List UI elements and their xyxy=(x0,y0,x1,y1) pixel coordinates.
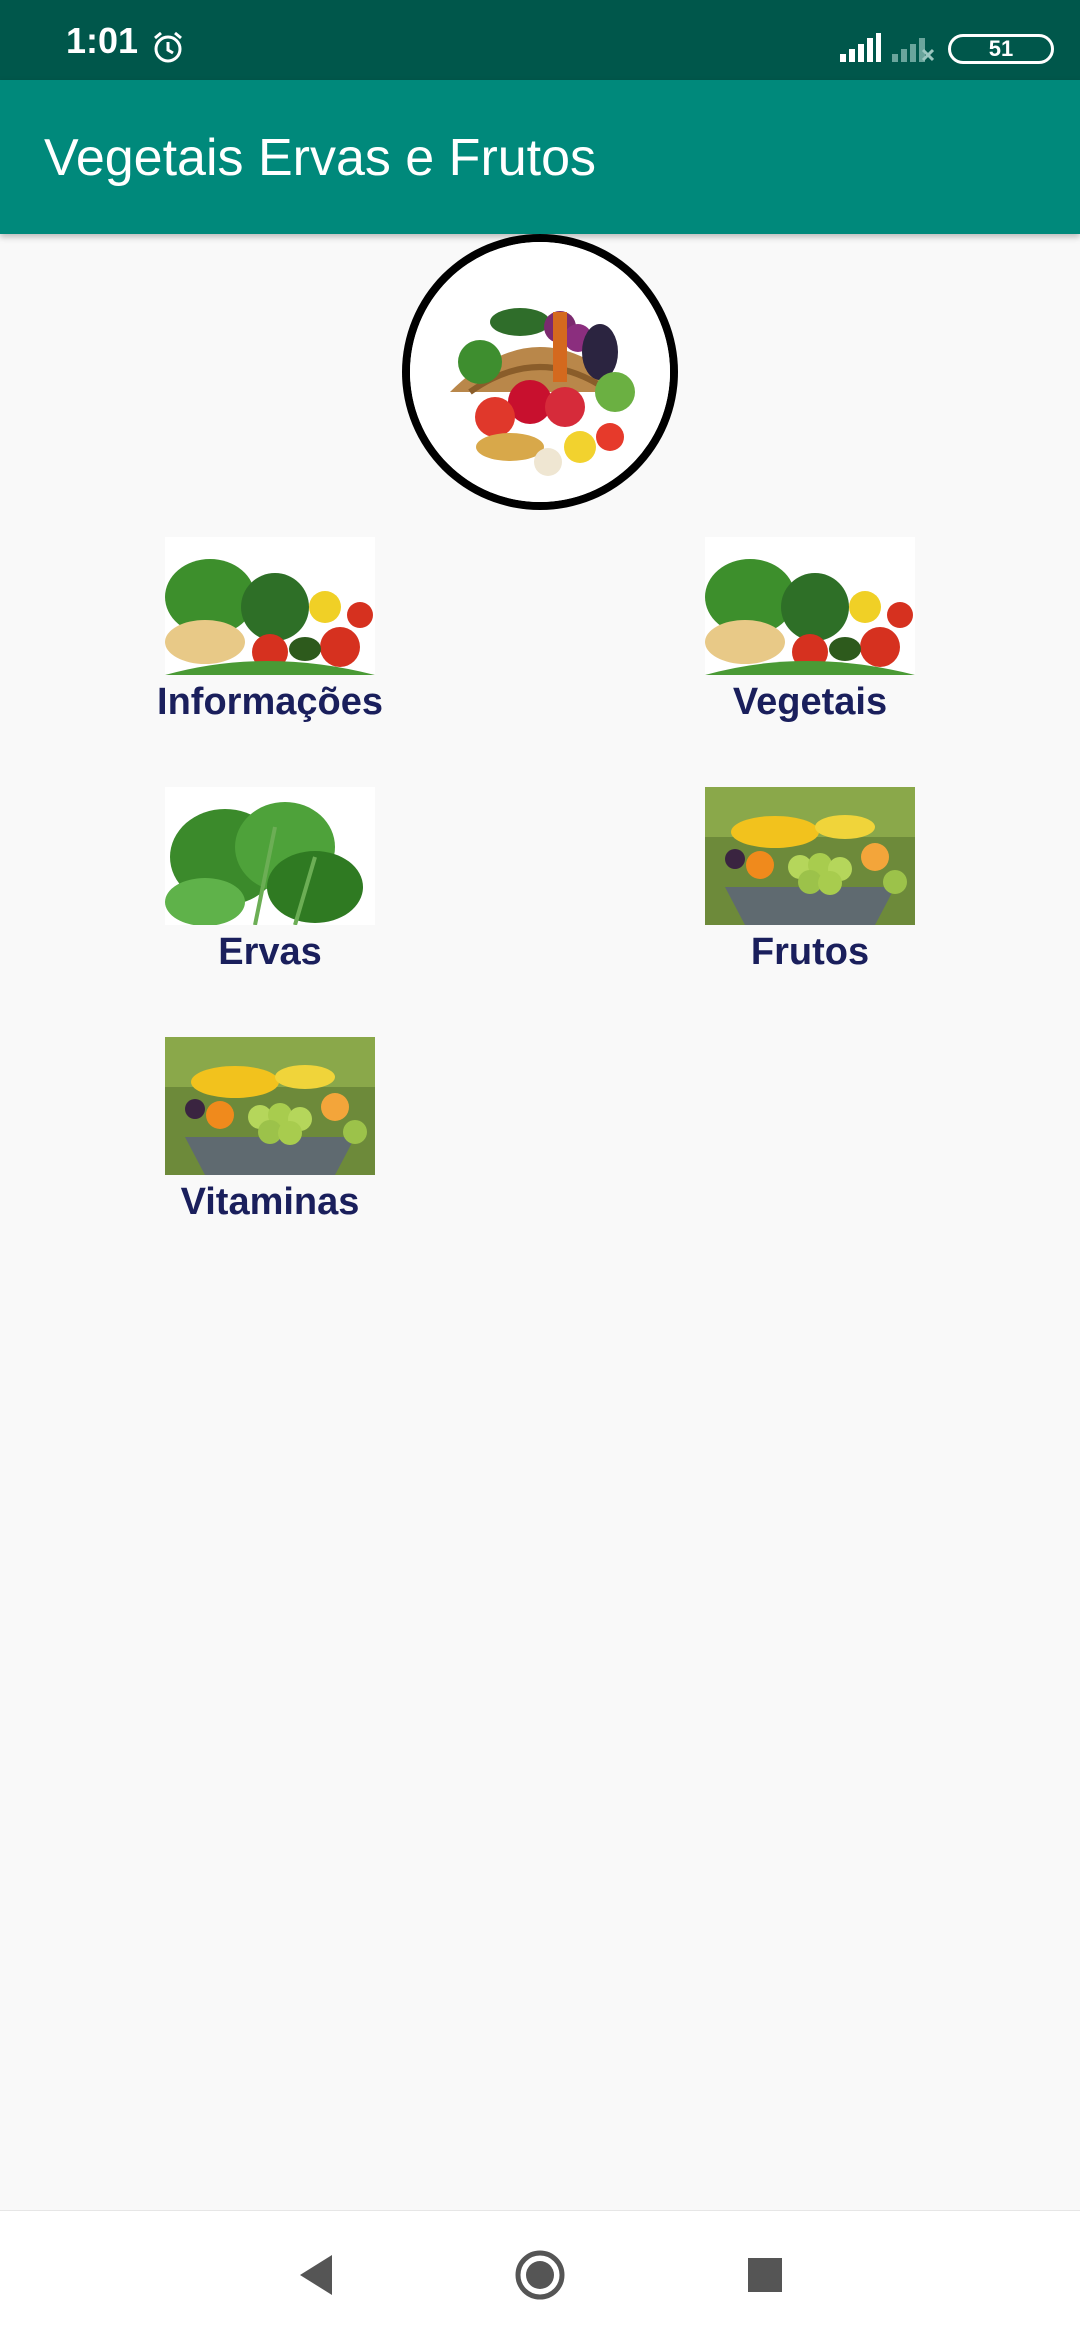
vegetables-image xyxy=(165,537,375,675)
fruits-image xyxy=(705,787,915,925)
menu-item-vitaminas[interactable]: Vitaminas xyxy=(60,1037,480,1267)
status-time: 1:01 xyxy=(66,20,139,61)
menu-item-ervas[interactable]: Ervas xyxy=(60,787,480,1017)
menu-item-informacoes[interactable]: Informações xyxy=(60,537,480,767)
signal-no-service-icon xyxy=(892,38,934,62)
menu-item-label: Informações xyxy=(157,681,383,723)
status-bar: 1:01 51 xyxy=(0,0,1080,80)
back-icon[interactable] xyxy=(294,2249,338,2301)
system-navigation-bar xyxy=(0,2210,1080,2341)
app-title: Vegetais Ervas e Frutos xyxy=(44,129,597,187)
fruits-image xyxy=(165,1037,375,1175)
menu-item-frutos[interactable]: Frutos xyxy=(600,787,1020,1017)
battery-indicator: 51 xyxy=(948,34,1054,64)
recents-icon[interactable] xyxy=(744,2249,784,2301)
alarm-icon xyxy=(154,31,182,63)
vegetables-image xyxy=(705,537,915,675)
home-icon[interactable] xyxy=(514,2249,566,2301)
menu-item-label: Frutos xyxy=(750,931,870,973)
app-bar: Vegetais Ervas e Frutos xyxy=(0,80,1080,234)
fruit-basket-icon xyxy=(410,242,670,502)
herbs-image xyxy=(165,787,375,925)
menu-item-label: Ervas xyxy=(218,931,322,973)
menu-item-vegetais[interactable]: Vegetais xyxy=(600,537,1020,767)
menu-item-label: Vegetais xyxy=(732,681,888,723)
menu-item-label: Vitaminas xyxy=(180,1181,360,1223)
signal-icon xyxy=(840,33,881,62)
hero-image xyxy=(402,234,678,510)
